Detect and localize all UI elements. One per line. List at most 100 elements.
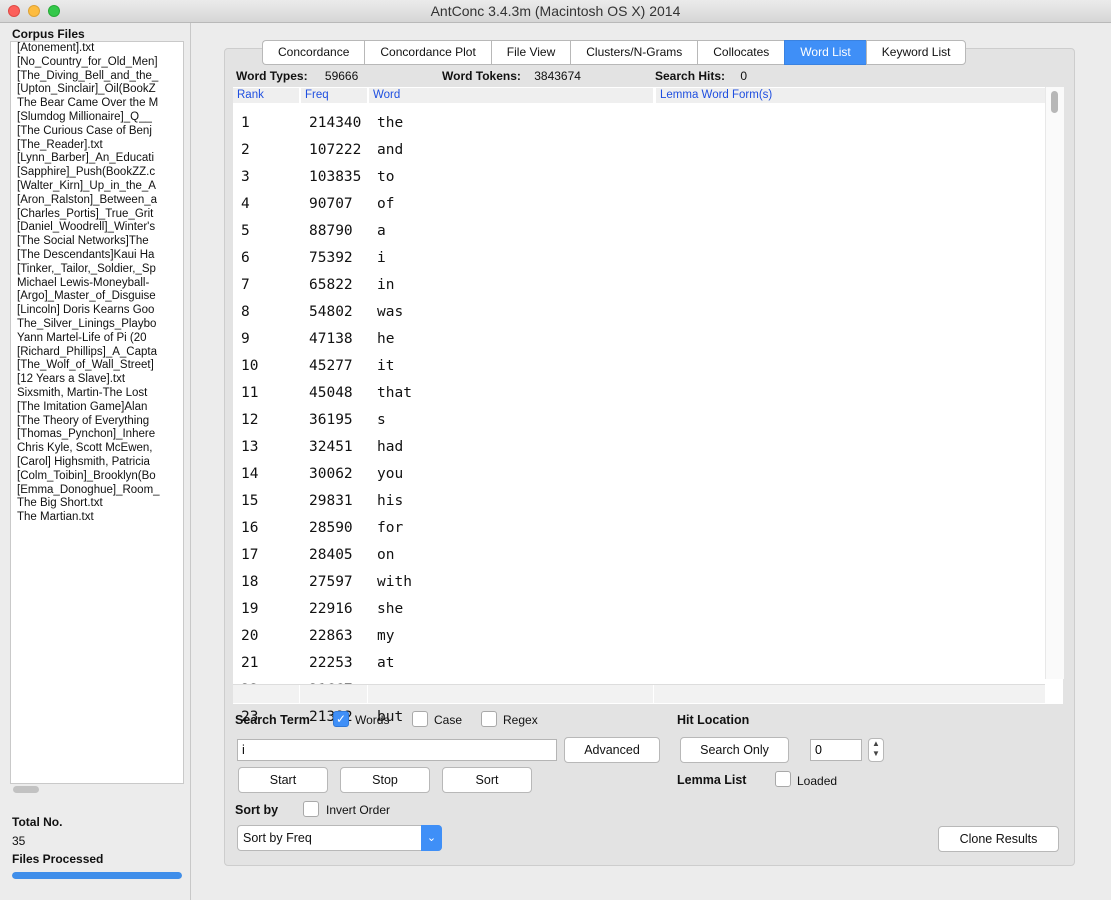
invert-order-checkbox[interactable] xyxy=(303,801,319,817)
tab-word-list[interactable]: Word List xyxy=(784,40,866,65)
case-checkbox[interactable] xyxy=(412,711,428,727)
corpus-file-item[interactable]: [Daniel_Woodrell]_Winter's xyxy=(11,221,183,235)
clone-results-button[interactable]: Clone Results xyxy=(938,826,1059,852)
tab-collocates[interactable]: Collocates xyxy=(697,40,785,65)
regex-checkbox[interactable] xyxy=(481,711,497,727)
sort-button[interactable]: Sort xyxy=(442,767,532,793)
corpus-file-item[interactable]: [The Descendants]Kaui Ha xyxy=(11,249,183,263)
freq-cell: 30062 xyxy=(309,466,353,482)
corpus-file-item[interactable]: [Charles_Portis]_True_Grit xyxy=(11,208,183,222)
words-checkbox[interactable]: ✓ xyxy=(333,711,349,727)
corpus-file-item[interactable]: [The Theory of Everything xyxy=(11,415,183,429)
start-button[interactable]: Start xyxy=(238,767,328,793)
total-no-label: Total No. xyxy=(12,815,63,829)
corpus-file-item[interactable]: [Richard_Phillips]_A_Capta xyxy=(11,346,183,360)
rank-cell: 15 xyxy=(241,493,259,509)
corpus-file-item[interactable]: [12 Years a Slave].txt xyxy=(11,373,183,387)
results-footer-strip xyxy=(233,684,1045,703)
corpus-file-item[interactable]: [Lynn_Barber]_An_Educati xyxy=(11,152,183,166)
tab-concordance[interactable]: Concordance xyxy=(262,40,365,65)
corpus-file-item[interactable]: [Slumdog Millionaire]_Q__ xyxy=(11,111,183,125)
corpus-file-item[interactable]: [Emma_Donoghue]_Room_ xyxy=(11,484,183,498)
column-header-lemma[interactable]: Lemma Word Form(s) xyxy=(656,88,1045,103)
word-cell: had xyxy=(377,439,404,455)
corpus-file-item[interactable]: Sixsmith, Martin-The Lost xyxy=(11,387,183,401)
corpus-file-item[interactable]: [Sapphire]_Push(BookZZ.c xyxy=(11,166,183,180)
search-hits-stat: Search Hits: 0 xyxy=(655,69,747,83)
corpus-file-item[interactable]: [Colm_Toibin]_Brooklyn(Bo xyxy=(11,470,183,484)
tab-keyword-list[interactable]: Keyword List xyxy=(865,40,967,65)
results-vertical-scrollbar[interactable] xyxy=(1045,87,1064,679)
corpus-file-item[interactable]: [Upton_Sinclair]_Oil(BookZ xyxy=(11,83,183,97)
zoom-window-icon[interactable] xyxy=(48,5,60,17)
word-cell: s xyxy=(377,412,386,428)
word-types-label: Word Types: xyxy=(236,69,308,83)
word-cell: with xyxy=(377,574,412,590)
search-term-input[interactable] xyxy=(237,739,557,761)
corpus-file-item[interactable]: [Aron_Ralston]_Between_a xyxy=(11,194,183,208)
rank-cell: 10 xyxy=(241,358,259,374)
rank-cell: 20 xyxy=(241,628,259,644)
word-cell: she xyxy=(377,601,404,617)
corpus-file-item[interactable]: Michael Lewis-Moneyball- xyxy=(11,277,183,291)
footer-cell xyxy=(233,685,300,703)
tab-file-view[interactable]: File View xyxy=(490,40,571,65)
search-only-button[interactable]: Search Only xyxy=(680,737,789,763)
corpus-file-item[interactable]: The Bear Came Over the M xyxy=(11,97,183,111)
loaded-checkbox[interactable] xyxy=(775,771,791,787)
total-no-value: 35 xyxy=(12,834,26,848)
rank-cell: 11 xyxy=(241,385,259,401)
tab-concordance-plot[interactable]: Concordance Plot xyxy=(364,40,491,65)
corpus-file-item[interactable]: [Atonement].txt xyxy=(11,42,183,56)
scrollbar-thumb[interactable] xyxy=(1051,91,1058,113)
corpus-files-heading: Corpus Files xyxy=(12,27,85,41)
hit-location-field[interactable] xyxy=(810,739,862,761)
corpus-file-item[interactable]: The Martian.txt xyxy=(11,511,183,525)
corpus-file-item[interactable]: Yann Martel-Life of Pi (20 xyxy=(11,332,183,346)
scrollbar-thumb[interactable] xyxy=(13,786,39,793)
column-header-freq[interactable]: Freq xyxy=(301,88,367,103)
word-list-results[interactable]: Rank Freq Word Lemma Word Form(s) 1 21434… xyxy=(233,87,1064,725)
progress-fill xyxy=(12,872,182,879)
minimize-window-icon[interactable] xyxy=(28,5,40,17)
corpus-file-item[interactable]: [The_Wolf_of_Wall_Street] xyxy=(11,359,183,373)
corpus-file-item[interactable]: [Tinker,_Tailor,_Soldier,_Sp xyxy=(11,263,183,277)
column-header-rank[interactable]: Rank xyxy=(233,88,299,103)
files-processed-label: Files Processed xyxy=(12,852,104,866)
footer-cell xyxy=(369,685,654,703)
corpus-file-item[interactable]: [No_Country_for_Old_Men] xyxy=(11,56,183,70)
word-tokens-value: 3843674 xyxy=(534,69,581,83)
stop-button[interactable]: Stop xyxy=(340,767,430,793)
corpus-file-item[interactable]: The Big Short.txt xyxy=(11,497,183,511)
corpus-file-item[interactable]: The_Silver_Linings_Playbo xyxy=(11,318,183,332)
corpus-file-item[interactable]: [Walter_Kirn]_Up_in_the_A xyxy=(11,180,183,194)
corpus-file-item[interactable]: [Lincoln] Doris Kearns Goo xyxy=(11,304,183,318)
file-list-horizontal-scrollbar[interactable] xyxy=(10,783,182,795)
rank-cell: 2 xyxy=(241,142,250,158)
corpus-file-item[interactable]: [Argo]_Master_of_Disguise xyxy=(11,290,183,304)
word-cell: my xyxy=(377,628,395,644)
corpus-file-item[interactable]: [The_Reader].txt xyxy=(11,139,183,153)
freq-cell: 32451 xyxy=(309,439,353,455)
word-tokens-label: Word Tokens: xyxy=(442,69,521,83)
corpus-file-item[interactable]: [The_Diving_Bell_and_the_ xyxy=(11,70,183,84)
close-window-icon[interactable] xyxy=(8,5,20,17)
sort-by-select[interactable]: Sort by Freq ⌄ xyxy=(237,825,442,851)
rank-cell: 19 xyxy=(241,601,259,617)
corpus-file-item[interactable]: [The Social Networks]The xyxy=(11,235,183,249)
dropdown-chevron-icon[interactable]: ⌄ xyxy=(421,825,442,851)
corpus-file-item[interactable]: Chris Kyle, Scott McEwen, xyxy=(11,442,183,456)
corpus-file-item[interactable]: [Thomas_Pynchon]_Inhere xyxy=(11,428,183,442)
freq-cell: 27597 xyxy=(309,574,353,590)
title-bar: AntConc 3.4.3m (Macintosh OS X) 2014 xyxy=(0,0,1111,23)
corpus-file-item[interactable]: [Carol] Highsmith, Patricia xyxy=(11,456,183,470)
corpus-file-item[interactable]: [The Imitation Game]Alan xyxy=(11,401,183,415)
stepper-arrows-icon[interactable]: ▲ ▼ xyxy=(868,738,884,762)
corpus-file-item[interactable]: [The Curious Case of Benj xyxy=(11,125,183,139)
advanced-button[interactable]: Advanced xyxy=(564,737,660,763)
column-header-word[interactable]: Word xyxy=(369,88,653,103)
corpus-file-list[interactable]: [Atonement].txt [No_Country_for_Old_Men][… xyxy=(10,41,184,784)
tab-clusters-n-grams[interactable]: Clusters/N-Grams xyxy=(570,40,698,65)
rank-cell: 12 xyxy=(241,412,259,428)
word-cell: i xyxy=(377,250,386,266)
